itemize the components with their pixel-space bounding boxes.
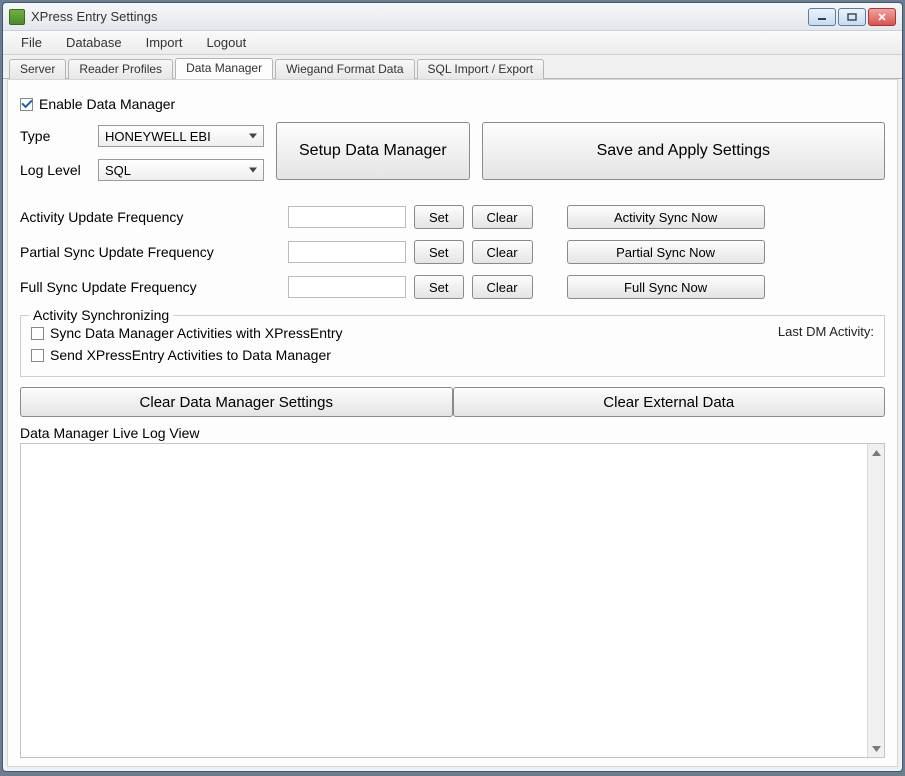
log-view-label: Data Manager Live Log View	[20, 425, 885, 441]
activity-sync-now-button[interactable]: Activity Sync Now	[567, 205, 765, 229]
maximize-icon	[847, 13, 857, 21]
clear-external-data-button[interactable]: Clear External Data	[453, 387, 886, 417]
activity-freq-label: Activity Update Frequency	[20, 209, 280, 225]
loglevel-select-value: SQL	[105, 163, 131, 178]
full-freq-set-button[interactable]: Set	[414, 275, 464, 299]
sync-dm-activities-label: Sync Data Manager Activities with XPress…	[50, 325, 343, 341]
clear-buttons-row: Clear Data Manager Settings Clear Extern…	[20, 387, 885, 417]
activity-freq-set-button[interactable]: Set	[414, 205, 464, 229]
enable-data-manager-checkbox[interactable]	[20, 98, 33, 111]
menu-file[interactable]: File	[9, 33, 54, 52]
maximize-button[interactable]	[838, 8, 866, 26]
tab-content: Enable Data Manager Type HONEYWELL EBI L…	[7, 79, 898, 767]
partial-freq-row: Partial Sync Update Frequency Set Clear …	[20, 237, 885, 267]
tab-sql-import-export[interactable]: SQL Import / Export	[417, 59, 545, 79]
menu-database[interactable]: Database	[54, 33, 134, 52]
activity-sync-legend: Activity Synchronizing	[29, 307, 173, 323]
tab-reader-profiles[interactable]: Reader Profiles	[68, 59, 173, 79]
menu-import[interactable]: Import	[134, 33, 195, 52]
app-icon	[9, 9, 25, 25]
partial-freq-clear-button[interactable]: Clear	[472, 240, 533, 264]
send-xpress-activities-checkbox[interactable]	[31, 349, 44, 362]
partial-freq-input[interactable]	[288, 241, 406, 263]
top-controls-row: Type HONEYWELL EBI Log Level SQL Setup D…	[20, 122, 885, 190]
tab-bar: Server Reader Profiles Data Manager Wieg…	[3, 55, 902, 79]
menu-logout[interactable]: Logout	[194, 33, 258, 52]
loglevel-label: Log Level	[20, 162, 98, 178]
partial-freq-label: Partial Sync Update Frequency	[20, 244, 280, 260]
activity-freq-clear-button[interactable]: Clear	[472, 205, 533, 229]
activity-sync-fieldset: Activity Synchronizing Sync Data Manager…	[20, 315, 885, 377]
log-view[interactable]	[20, 443, 885, 758]
type-select[interactable]: HONEYWELL EBI	[98, 125, 264, 147]
activity-freq-row: Activity Update Frequency Set Clear Acti…	[20, 202, 885, 232]
full-freq-clear-button[interactable]: Clear	[472, 275, 533, 299]
close-icon	[877, 13, 887, 21]
window-buttons	[808, 8, 896, 26]
full-freq-label: Full Sync Update Frequency	[20, 279, 280, 295]
partial-freq-set-button[interactable]: Set	[414, 240, 464, 264]
enable-data-manager-label: Enable Data Manager	[39, 96, 175, 112]
full-sync-now-button[interactable]: Full Sync Now	[567, 275, 765, 299]
scroll-up-arrow-icon[interactable]	[868, 444, 884, 461]
close-button[interactable]	[868, 8, 896, 26]
scroll-down-arrow-icon[interactable]	[868, 740, 884, 757]
setup-data-manager-button[interactable]: Setup Data Manager	[276, 122, 470, 180]
send-xpress-activities-label: Send XPressEntry Activities to Data Mana…	[50, 347, 331, 363]
frequency-group: Activity Update Frequency Set Clear Acti…	[20, 202, 885, 307]
minimize-icon	[817, 13, 827, 21]
tab-server[interactable]: Server	[9, 59, 66, 79]
log-scrollbar[interactable]	[867, 444, 884, 757]
partial-sync-now-button[interactable]: Partial Sync Now	[567, 240, 765, 264]
type-loglevel-column: Type HONEYWELL EBI Log Level SQL	[20, 122, 264, 190]
minimize-button[interactable]	[808, 8, 836, 26]
clear-dm-settings-button[interactable]: Clear Data Manager Settings	[20, 387, 453, 417]
app-window: XPress Entry Settings File Database Impo…	[2, 2, 903, 772]
full-freq-row: Full Sync Update Frequency Set Clear Ful…	[20, 272, 885, 302]
last-dm-activity-label: Last DM Activity:	[778, 324, 874, 366]
enable-row: Enable Data Manager	[20, 96, 885, 112]
save-apply-settings-button[interactable]: Save and Apply Settings	[482, 122, 885, 180]
tab-data-manager[interactable]: Data Manager	[175, 58, 273, 79]
loglevel-select[interactable]: SQL	[98, 159, 264, 181]
type-label: Type	[20, 128, 98, 144]
sync-dm-activities-checkbox[interactable]	[31, 327, 44, 340]
type-select-value: HONEYWELL EBI	[105, 129, 211, 144]
activity-freq-input[interactable]	[288, 206, 406, 228]
window-title: XPress Entry Settings	[31, 9, 808, 24]
tab-wiegand-format[interactable]: Wiegand Format Data	[275, 59, 414, 79]
full-freq-input[interactable]	[288, 276, 406, 298]
titlebar[interactable]: XPress Entry Settings	[3, 3, 902, 31]
menu-bar: File Database Import Logout	[3, 31, 902, 55]
